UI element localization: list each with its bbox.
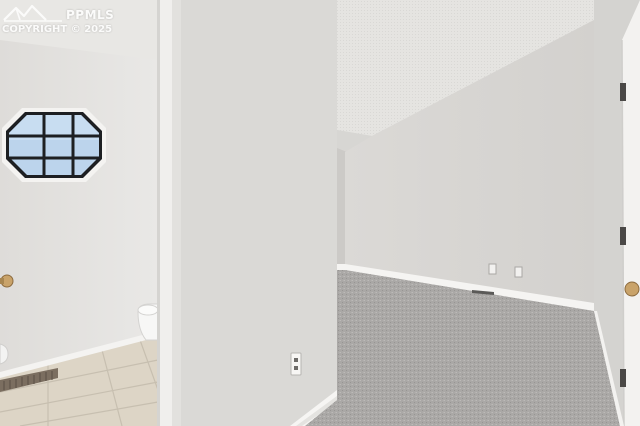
- door-handle: [624, 281, 640, 297]
- wall-outlet: [290, 352, 302, 376]
- watermark-brand: PPMLS: [66, 8, 115, 22]
- bedroom: [305, 0, 640, 426]
- octagonal-window: [2, 108, 106, 182]
- room-photo: PPMLS COPYRIGHT © 2025: [0, 0, 640, 426]
- watermark-copyright: COPYRIGHT © 2025: [2, 24, 113, 35]
- open-door: [622, 0, 640, 426]
- bathroom: [0, 0, 159, 426]
- door-frame: [157, 0, 182, 426]
- mls-watermark: PPMLS COPYRIGHT © 2025: [2, 2, 132, 38]
- room-illustration: [0, 0, 640, 426]
- mountain-logo-icon: [3, 4, 62, 22]
- hallway-wall: [181, 0, 337, 426]
